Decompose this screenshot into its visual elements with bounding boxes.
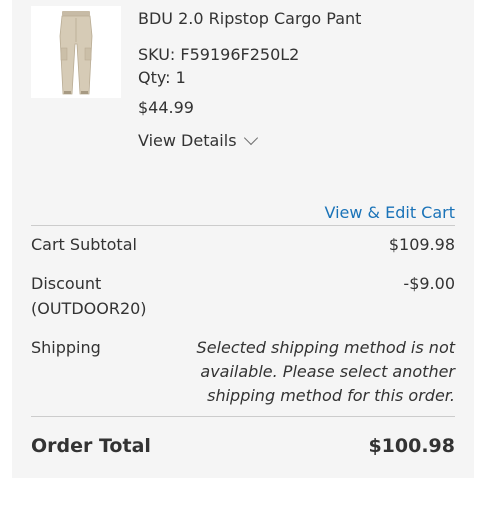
shipping-label: Shipping [31,338,101,357]
view-edit-cart-link[interactable]: View & Edit Cart [324,203,455,223]
view-details-label: View Details [138,131,237,150]
shipping-message: Selected shipping method is not availabl… [196,338,455,405]
subtotal-value: $109.98 [388,235,455,254]
cargo-pant-product-image [59,11,93,95]
view-details-toggle[interactable]: View Details [138,130,258,151]
chevron-down-icon [243,130,258,146]
product-sku: SKU: F59196F250L2 [138,45,300,64]
discount-value: -$9.00 [403,274,455,293]
product-thumbnail[interactable] [31,6,121,98]
discount-code: (OUTDOOR20) [31,299,147,318]
product-price: $44.99 [138,98,194,117]
divider [31,416,455,417]
subtotal-label: Cart Subtotal [31,235,137,254]
product-qty: Qty: 1 [138,68,186,87]
order-total-label: Order Total [31,435,151,457]
order-total-value: $100.98 [368,435,455,457]
discount-label: Discount [31,274,102,293]
divider [31,225,455,226]
product-name[interactable]: BDU 2.0 Ripstop Cargo Pant [138,9,361,29]
